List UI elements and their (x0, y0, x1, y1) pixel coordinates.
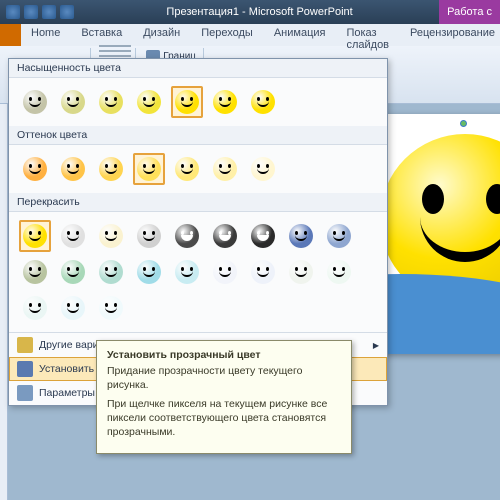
color-swatch[interactable] (19, 292, 51, 324)
chevron-right-icon: ▶ (373, 341, 379, 350)
app-icon[interactable] (6, 5, 20, 19)
tooltip-text: Придание прозрачности цвету текущего рис… (107, 365, 341, 392)
tab-вставка[interactable]: Вставка (71, 24, 133, 46)
context-tab-group[interactable]: Работа с (439, 0, 500, 24)
color-swatch[interactable] (95, 86, 127, 118)
saturation-header: Насыщенность цвета (9, 59, 387, 78)
color-swatch[interactable] (247, 153, 279, 185)
color-swatch[interactable] (57, 292, 89, 324)
color-swatch[interactable] (133, 256, 165, 288)
style-thumb[interactable] (99, 50, 131, 52)
slide-panel[interactable] (0, 104, 8, 500)
color-swatch[interactable] (95, 256, 127, 288)
tab-home[interactable]: Home (21, 24, 71, 46)
recolor-header: Перекрасить (9, 193, 387, 212)
color-swatch[interactable] (171, 256, 203, 288)
color-swatch[interactable] (209, 86, 241, 118)
color-swatch[interactable] (247, 220, 279, 252)
style-thumb[interactable] (99, 55, 131, 57)
color-swatch[interactable] (323, 256, 355, 288)
save-icon[interactable] (24, 5, 38, 19)
undo-icon[interactable] (42, 5, 56, 19)
color-swatch[interactable] (19, 86, 51, 118)
color-swatch[interactable] (133, 220, 165, 252)
color-swatch[interactable] (133, 153, 165, 185)
redo-icon[interactable] (60, 5, 74, 19)
color-swatch[interactable] (247, 256, 279, 288)
color-swatch[interactable] (57, 220, 89, 252)
color-swatch[interactable] (209, 220, 241, 252)
color-swatch[interactable] (209, 256, 241, 288)
color-swatch[interactable] (323, 220, 355, 252)
mouth-shape (420, 212, 500, 262)
ribbon-tabs: HomeВставкаДизайнПереходыАнимацияПоказ с… (0, 24, 500, 46)
color-swatch[interactable] (57, 256, 89, 288)
color-swatch[interactable] (95, 292, 127, 324)
selection-handle[interactable] (460, 120, 467, 127)
tab-рецензирование[interactable]: Рецензирование (400, 24, 500, 46)
tab-показ слайдов[interactable]: Показ слайдов (336, 24, 400, 46)
color-swatch[interactable] (95, 153, 127, 185)
color-swatch[interactable] (285, 256, 317, 288)
color-swatch[interactable] (171, 220, 203, 252)
color-swatch[interactable] (285, 220, 317, 252)
color-swatch[interactable] (171, 86, 203, 118)
palette-icon (17, 337, 33, 353)
tab-переходы[interactable]: Переходы (191, 24, 264, 46)
tooltip: Установить прозрачный цвет Придание проз… (96, 340, 352, 454)
color-swatch[interactable] (247, 86, 279, 118)
recolor-grid (9, 212, 387, 332)
app-name: Microsoft PowerPoint (249, 6, 353, 18)
color-swatch[interactable] (19, 256, 51, 288)
tooltip-title: Установить прозрачный цвет (107, 349, 341, 361)
tooltip-text: При щелчке пикселя на текущем рисунке вс… (107, 398, 341, 439)
saturation-grid (9, 78, 387, 126)
window-title: Презентация1 - Microsoft PowerPoint (80, 6, 439, 18)
color-swatch[interactable] (19, 220, 51, 252)
color-swatch[interactable] (209, 153, 241, 185)
tone-grid (9, 145, 387, 193)
color-swatch[interactable] (133, 86, 165, 118)
eye-shape (486, 184, 500, 214)
title-bar: Презентация1 - Microsoft PowerPoint Рабо… (0, 0, 500, 24)
color-swatch[interactable] (57, 86, 89, 118)
tab-file[interactable] (0, 24, 21, 46)
tab-дизайн[interactable]: Дизайн (133, 24, 191, 46)
tab-анимация[interactable]: Анимация (264, 24, 337, 46)
color-swatch[interactable] (57, 153, 89, 185)
color-swatch[interactable] (171, 153, 203, 185)
eyedropper-icon (17, 361, 33, 377)
color-swatch[interactable] (19, 153, 51, 185)
quick-access-toolbar (0, 5, 80, 19)
settings-icon (17, 385, 33, 401)
color-swatch[interactable] (95, 220, 127, 252)
tone-header: Оттенок цвета (9, 126, 387, 145)
doc-name: Презентация1 (166, 6, 239, 18)
style-thumb[interactable] (99, 45, 131, 47)
eye-shape (422, 184, 444, 214)
